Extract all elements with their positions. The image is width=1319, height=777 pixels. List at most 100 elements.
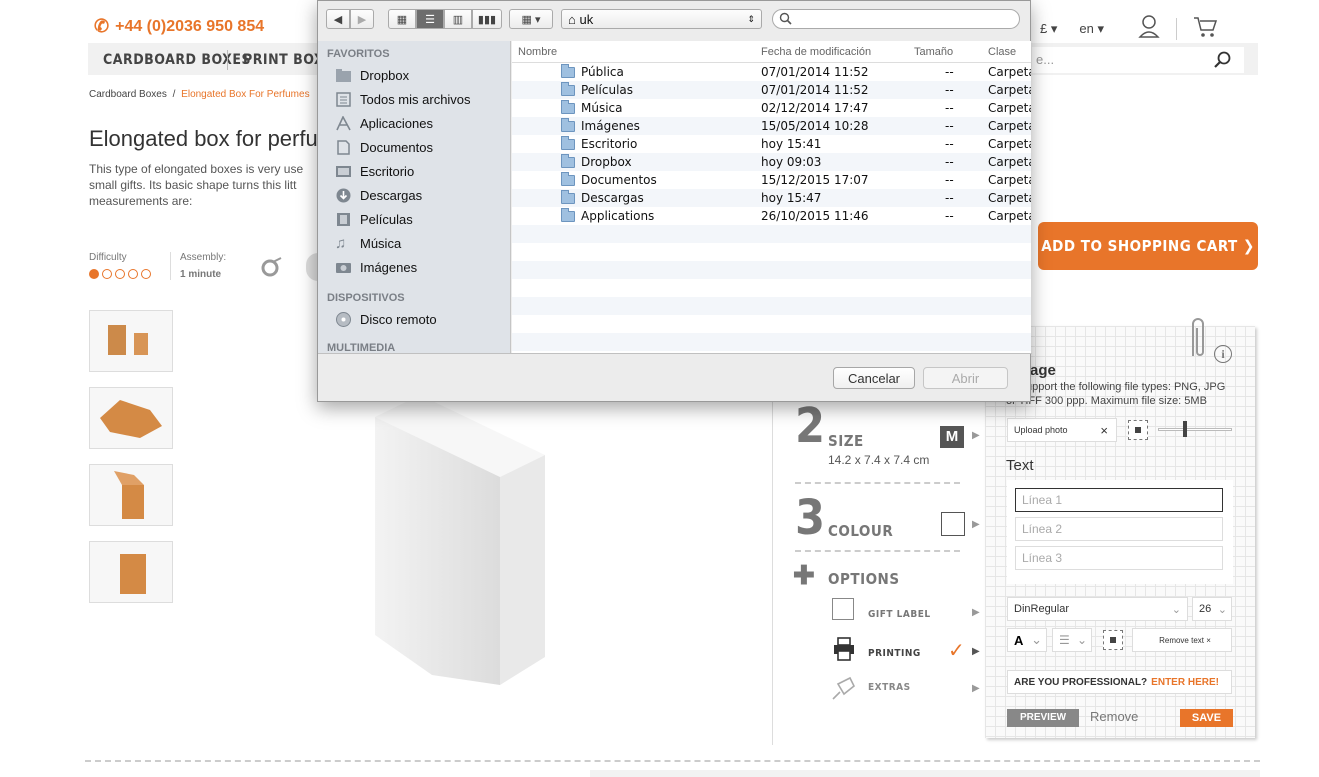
- upload-photo-button[interactable]: Upload photo ×: [1007, 418, 1117, 442]
- arrange-button[interactable]: ▦ ▾: [509, 9, 553, 29]
- text-align-select[interactable]: ☰ ⌄: [1052, 628, 1092, 652]
- file-row[interactable]: Dropbox hoy 09:03 -- Carpeta: [512, 153, 1031, 171]
- file-name: Applications: [581, 209, 655, 223]
- align-center-icon[interactable]: [1128, 420, 1148, 440]
- product-preview: [360, 395, 580, 700]
- arrange-icon: ▦ ▾: [521, 13, 541, 26]
- sidebar-item-remote-disc[interactable]: Disco remoto: [318, 307, 510, 331]
- chevron-right-icon[interactable]: ▶: [972, 519, 980, 530]
- chevron-right-icon[interactable]: ▶: [972, 430, 980, 441]
- home-icon: ⌂: [568, 11, 576, 27]
- remove-text-button[interactable]: Remove text ×: [1132, 628, 1232, 652]
- size-badge[interactable]: M: [940, 426, 964, 448]
- text-center-icon[interactable]: [1103, 630, 1123, 650]
- coverflow-view-button[interactable]: ▮▮▮: [472, 9, 502, 29]
- file-name: Documentos: [581, 173, 657, 187]
- remove-button[interactable]: Remove: [1090, 709, 1138, 724]
- file-row[interactable]: Applications 26/10/2015 11:46 -- Carpeta: [512, 207, 1031, 225]
- file-row[interactable]: Escritorio hoy 15:41 -- Carpeta: [512, 135, 1031, 153]
- extras-option[interactable]: EXTRAS: [868, 682, 911, 693]
- sidebar-item-pictures[interactable]: Imágenes: [318, 255, 510, 279]
- thumbnail-3[interactable]: [89, 464, 173, 526]
- sidebar-item-music[interactable]: ♫ Música: [318, 231, 510, 255]
- sidebar-item-documents[interactable]: Documentos: [318, 135, 510, 159]
- close-icon[interactable]: ×: [1100, 423, 1108, 438]
- nav-cardboard-boxes[interactable]: CARDBOARD BOXES: [103, 52, 251, 68]
- column-date[interactable]: Fecha de modificación: [761, 46, 871, 58]
- grid-icon: ▦: [396, 13, 408, 26]
- sidebar-item-desktop[interactable]: Escritorio: [318, 159, 510, 183]
- desktop-icon: [335, 164, 352, 179]
- slider-handle[interactable]: [1183, 421, 1187, 437]
- cart-icon[interactable]: [1193, 16, 1218, 41]
- scale-slider[interactable]: [1158, 428, 1232, 431]
- sidebar-item-movies[interactable]: Películas: [318, 207, 510, 231]
- chevron-right-icon[interactable]: ▶: [972, 683, 980, 694]
- plus-icon: ✚: [793, 560, 815, 590]
- text-color-select[interactable]: A ⌄: [1007, 628, 1047, 652]
- forward-button[interactable]: ▶: [350, 9, 374, 29]
- file-row[interactable]: Música 02/12/2014 17:47 -- Carpeta: [512, 99, 1031, 117]
- file-row[interactable]: Documentos 15/12/2015 17:07 -- Carpeta: [512, 171, 1031, 189]
- column-view-button[interactable]: ▥: [444, 9, 472, 29]
- difficulty-dots: [89, 269, 151, 279]
- list-view-button[interactable]: ☰: [416, 9, 444, 29]
- header-tools: £ ▾ en ▾: [1040, 14, 1218, 43]
- info-icon[interactable]: i: [1214, 345, 1232, 363]
- back-button[interactable]: ◀: [326, 9, 350, 29]
- enter-here-link[interactable]: ENTER HERE!: [1151, 677, 1219, 688]
- line-1-input[interactable]: Línea 1: [1015, 488, 1223, 512]
- save-button[interactable]: SAVE: [1180, 709, 1233, 727]
- search-input[interactable]: e...: [1032, 47, 1244, 73]
- column-kind[interactable]: Clase: [988, 46, 1016, 58]
- sidebar-item-all-files[interactable]: Todos mis archivos: [318, 87, 510, 111]
- printing-option[interactable]: PRINTING: [868, 648, 921, 659]
- sidebar-item-applications[interactable]: Aplicaciones: [318, 111, 510, 135]
- preview-button[interactable]: PREVIEW: [1007, 709, 1079, 727]
- chevron-right-icon[interactable]: ▶: [972, 646, 980, 657]
- devices-header: DISPOSITIVOS: [327, 292, 405, 304]
- file-row[interactable]: Películas 07/01/2014 11:52 -- Carpeta: [512, 81, 1031, 99]
- colour-swatch[interactable]: [941, 512, 965, 536]
- open-button[interactable]: Abrir: [923, 367, 1008, 389]
- file-row[interactable]: Descargas hoy 15:47 -- Carpeta: [512, 189, 1031, 207]
- location-select[interactable]: ⌂ uk ⇕: [561, 9, 762, 29]
- gift-label-option[interactable]: GIFT LABEL: [868, 609, 931, 620]
- thumbnail-4[interactable]: [89, 541, 173, 603]
- phone-number[interactable]: ✆ +44 (0)2036 950 854: [94, 16, 264, 37]
- cancel-button[interactable]: Cancelar: [833, 367, 915, 389]
- line-3-input[interactable]: Línea 3: [1015, 546, 1223, 570]
- file-name: Pública: [581, 65, 624, 79]
- breadcrumb-current[interactable]: Elongated Box For Perfumes: [181, 89, 309, 100]
- thumbnail-2[interactable]: [89, 387, 173, 449]
- icon-view-button[interactable]: ▦: [388, 9, 416, 29]
- file-name: Imágenes: [581, 119, 640, 133]
- sidebar-item-downloads[interactable]: Descargas: [318, 183, 510, 207]
- breadcrumb-root[interactable]: Cardboard Boxes: [89, 89, 167, 100]
- file-row[interactable]: Pública 07/01/2014 11:52 -- Carpeta: [512, 63, 1031, 81]
- line-2-input[interactable]: Línea 2: [1015, 517, 1223, 541]
- file-row[interactable]: Imágenes 15/05/2014 10:28 -- Carpeta: [512, 117, 1031, 135]
- check-icon: ✓: [948, 640, 965, 662]
- currency-select[interactable]: £ ▾: [1040, 21, 1057, 37]
- language-select[interactable]: en ▾: [1079, 21, 1104, 37]
- dialog-sidebar: FAVORITOS Dropbox Todos mis archivos Apl…: [318, 41, 511, 353]
- folder-icon: [561, 207, 575, 222]
- file-name: Dropbox: [581, 155, 632, 169]
- divider: [1175, 17, 1177, 40]
- sidebar-item-dropbox[interactable]: Dropbox: [318, 63, 510, 87]
- thumbnail-1[interactable]: [89, 310, 173, 372]
- column-size[interactable]: Tamaño: [914, 46, 953, 58]
- font-size-select[interactable]: 26 ⌄: [1192, 597, 1232, 621]
- file-kind: Carpeta: [988, 65, 1031, 79]
- column-name[interactable]: Nombre: [518, 46, 557, 58]
- printer-icon: [832, 637, 856, 666]
- favorites-header: FAVORITOS: [327, 48, 390, 60]
- search-field[interactable]: [772, 9, 1020, 29]
- add-to-cart-button[interactable]: ADD TO SHOPPING CART ❯: [1038, 222, 1258, 270]
- chevron-right-icon[interactable]: ▶: [972, 607, 980, 618]
- user-icon[interactable]: [1138, 14, 1160, 43]
- file-date: hoy 09:03: [761, 155, 822, 169]
- font-select[interactable]: DinRegular ⌄: [1007, 597, 1188, 621]
- search-icon[interactable]: [1214, 51, 1232, 74]
